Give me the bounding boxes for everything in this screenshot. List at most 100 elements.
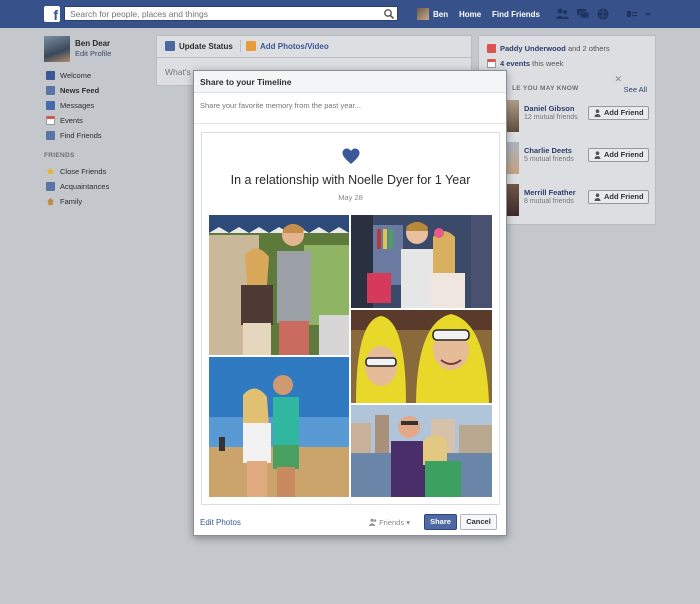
pymk-header: LE YOU MAY KNOW [512, 85, 579, 92]
privacy-shortcuts-icon[interactable] [625, 7, 639, 21]
camera-icon [246, 41, 256, 51]
avatar[interactable] [507, 100, 519, 132]
friends-icon [369, 518, 377, 526]
top-bar: f Ben Home Find Friends [0, 0, 700, 28]
mutual-friends[interactable]: 12 mutual friends [524, 114, 578, 121]
composer-divider [157, 57, 471, 58]
person-name[interactable]: Charlie Deets [524, 146, 572, 155]
news-feed-icon [46, 86, 55, 95]
avatar[interactable] [507, 184, 519, 216]
photo-3[interactable] [351, 310, 492, 403]
sidebar-item-acquaintances[interactable]: Acquaintances [44, 181, 154, 193]
sidebar-item-label: Find Friends [60, 131, 102, 140]
avatar[interactable] [507, 142, 519, 174]
events-text[interactable]: 4 events this week [500, 59, 563, 68]
add-friend-label: Add Friend [604, 192, 644, 201]
nav-profile-link[interactable]: Ben [433, 10, 448, 19]
cancel-button[interactable]: Cancel [460, 514, 497, 530]
nav-find-friends-link[interactable]: Find Friends [492, 10, 540, 19]
add-friend-icon [594, 193, 601, 201]
pymk-item: Charlie Deets 5 mutual friends Add Frien… [507, 142, 655, 176]
sidebar-item-messages[interactable]: Messages [44, 100, 154, 112]
see-all-link[interactable]: See All [624, 85, 647, 94]
dialog-divider [194, 123, 506, 124]
notifications-globe-icon[interactable] [596, 7, 610, 21]
close-icon[interactable]: ✕ [614, 74, 622, 85]
home-icon [46, 197, 55, 206]
sidebar-item-close-friends[interactable]: Close Friends [44, 166, 154, 178]
dialog-title: Share to your Timeline [200, 77, 292, 87]
add-friend-button[interactable]: Add Friend [588, 148, 649, 162]
notification-text[interactable]: Paddy Underwood and 2 others [500, 44, 610, 53]
photo-image [209, 215, 349, 355]
card-title: In a relationship with Noelle Dyer for 1… [230, 173, 471, 187]
photo-4[interactable] [209, 357, 349, 497]
star-icon [46, 167, 55, 175]
search-box[interactable] [64, 6, 398, 21]
mutual-friends[interactable]: 8 mutual friends [524, 198, 574, 205]
messages-icon [46, 101, 55, 110]
sidebar-item-label: Close Friends [60, 167, 107, 176]
pymk-item: Merrill Feather 8 mutual friends Add Fri… [507, 184, 655, 218]
facebook-icon [46, 71, 55, 80]
photo-image [351, 215, 492, 308]
person-name[interactable]: Daniel Gibson [524, 104, 574, 113]
privacy-selector[interactable]: Friends ▾ [369, 518, 410, 527]
photo-image [209, 357, 349, 497]
share-button[interactable]: Share [424, 514, 457, 530]
photo-2[interactable] [351, 215, 492, 308]
settings-dropdown-icon[interactable] [643, 7, 653, 21]
person-name[interactable]: Merrill Feather [524, 188, 576, 197]
pencil-icon [165, 41, 175, 51]
update-status-tab[interactable]: Update Status [179, 42, 233, 51]
edit-photos-link[interactable]: Edit Photos [200, 518, 241, 527]
add-friend-label: Add Friend [604, 150, 644, 159]
photo-1[interactable] [209, 215, 349, 355]
card-date: May 28 [338, 193, 363, 202]
sidebar-item-news-feed[interactable]: News Feed [44, 85, 154, 97]
photo-image [351, 405, 492, 497]
calendar-icon [487, 59, 496, 68]
edit-profile-link[interactable]: Edit Profile [75, 49, 111, 58]
add-friend-button[interactable]: Add Friend [588, 190, 649, 204]
sidebar-item-label: Welcome [60, 71, 92, 80]
search-icon[interactable] [383, 8, 395, 20]
composer-input[interactable]: What's [165, 67, 191, 77]
nav-avatar[interactable] [417, 8, 429, 20]
sidebar-item-label: Acquaintances [60, 182, 110, 191]
sidebar-item-label: News Feed [60, 86, 100, 95]
memory-input[interactable] [200, 101, 500, 110]
anniversary-card: In a relationship with Noelle Dyer for 1… [201, 132, 500, 505]
add-photos-tab[interactable]: Add Photos/Video [260, 42, 329, 51]
events-count[interactable]: 4 events [500, 59, 530, 68]
nav-home-link[interactable]: Home [459, 10, 481, 19]
events-rest: this week [532, 59, 564, 68]
sidebar-item-events[interactable]: Events [44, 115, 154, 127]
friends-icon [46, 131, 55, 140]
profile-avatar[interactable] [44, 36, 70, 62]
profile-name[interactable]: Ben Dear [75, 39, 110, 48]
gift-icon [487, 44, 496, 53]
friends-section-header: FRIENDS [44, 152, 75, 159]
add-friend-icon [594, 151, 601, 159]
notification-name[interactable]: Paddy Underwood [500, 44, 566, 53]
sidebar-item-welcome[interactable]: Welcome [44, 70, 154, 82]
add-friend-button[interactable]: Add Friend [588, 106, 649, 120]
messages-icon[interactable] [576, 7, 590, 21]
notification-rest: and 2 others [567, 44, 610, 53]
sidebar-item-label: Events [60, 116, 83, 125]
photo-image [351, 310, 492, 403]
photo-5[interactable] [351, 405, 492, 497]
sidebar-item-find-friends[interactable]: Find Friends [44, 130, 154, 142]
chevron-down-icon: ▾ [406, 518, 410, 527]
search-input[interactable] [65, 7, 365, 20]
friend-requests-icon[interactable] [555, 7, 569, 21]
heart-icon [342, 148, 360, 164]
facebook-logo-icon[interactable]: f [44, 6, 60, 23]
sidebar-item-family[interactable]: Family [44, 196, 154, 208]
pymk-item: Daniel Gibson 12 mutual friends Add Frie… [507, 100, 655, 134]
dialog-header: Share to your Timeline [194, 71, 506, 93]
tab-divider [240, 40, 241, 52]
mutual-friends[interactable]: 5 mutual friends [524, 156, 574, 163]
calendar-icon [46, 116, 55, 125]
